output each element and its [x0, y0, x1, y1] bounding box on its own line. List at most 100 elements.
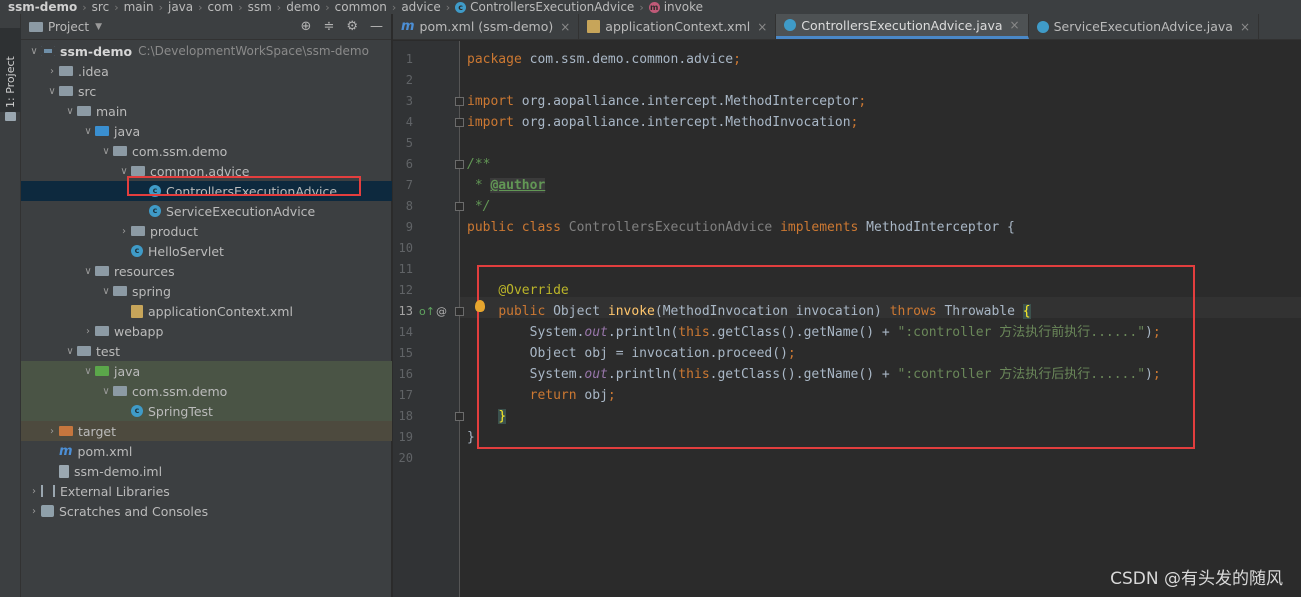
code-line[interactable]: * @author — [467, 175, 546, 196]
breadcrumb-item[interactable]: main — [120, 0, 158, 14]
close-icon[interactable]: × — [560, 20, 570, 34]
editor-tab[interactable]: ServiceExecutionAdvice.java × — [1029, 14, 1260, 39]
tree-item[interactable]: ∨ java — [21, 121, 392, 141]
breadcrumb-item[interactable]: ssm — [244, 0, 276, 14]
tree-item[interactable]: › product — [21, 221, 392, 241]
close-icon[interactable]: × — [757, 20, 767, 34]
chevron-down-icon[interactable]: ∨ — [99, 386, 113, 397]
chevron-right-icon[interactable]: › — [27, 506, 41, 517]
chevron-right-icon[interactable]: › — [45, 426, 59, 437]
tree-item-label: webapp — [114, 323, 164, 339]
package-icon — [113, 386, 127, 396]
code-line[interactable]: public class ControllersExecutionAdvice … — [467, 217, 1015, 238]
fold-marker-icon[interactable] — [455, 160, 464, 169]
breadcrumb-item[interactable]: src — [88, 0, 114, 14]
line-number: 16 — [398, 367, 413, 381]
code-token: } — [467, 430, 475, 445]
tree-item[interactable]: › webapp — [21, 321, 392, 341]
code-token: ; — [850, 115, 859, 130]
tree-item[interactable]: ∨ test — [21, 341, 392, 361]
line-number: 3 — [405, 94, 413, 108]
chevron-down-icon[interactable]: ∨ — [117, 166, 131, 177]
code-token: public class — [467, 220, 569, 235]
tree-item[interactable]: c ServiceExecutionAdvice — [21, 201, 392, 221]
tree-item[interactable]: ssm-demo.iml — [21, 461, 392, 481]
chevron-down-icon[interactable]: ∨ — [81, 126, 95, 137]
tree-item[interactable]: ∨ ssm-demo C:\DevelopmentWorkSpace\ssm-dem… — [21, 41, 392, 61]
tree-item[interactable]: c HelloServlet — [21, 241, 392, 261]
tree-item-label: Scratches and Consoles — [59, 503, 209, 519]
fold-marker-icon[interactable] — [455, 118, 464, 127]
implements-method-icon[interactable]: o↑ — [419, 305, 435, 318]
code-line[interactable]: import org.aopalliance.intercept.MethodI… — [467, 112, 858, 133]
collapse-all-icon[interactable]: ≑ — [323, 19, 334, 34]
breadcrumb-item[interactable]: common — [331, 0, 391, 14]
chevron-down-icon[interactable]: ∨ — [63, 106, 77, 117]
class-icon: c — [149, 205, 161, 217]
maven-icon: m — [59, 443, 73, 459]
tree-item[interactable]: ∨ com.ssm.demo — [21, 381, 392, 401]
code-line[interactable]: package com.ssm.demo.common.advice; — [467, 49, 741, 70]
breadcrumb-label: demo — [286, 0, 321, 14]
editor-tab[interactable]: applicationContext.xml × — [579, 14, 777, 39]
chevron-right-icon[interactable]: › — [117, 226, 131, 237]
intention-bulb-icon[interactable] — [475, 300, 485, 312]
tree-item[interactable]: › .idea — [21, 61, 392, 81]
breadcrumb-item[interactable]: m invoke — [645, 0, 707, 14]
tree-item[interactable]: ∨ java — [21, 361, 392, 381]
code-line[interactable]: import org.aopalliance.intercept.MethodI… — [467, 91, 866, 112]
project-tool-tab[interactable]: 1: Project — [0, 28, 21, 121]
tree-item[interactable]: ∨ spring — [21, 281, 392, 301]
tree-item[interactable]: › Scratches and Consoles — [21, 501, 392, 521]
fold-marker-icon[interactable] — [455, 412, 464, 421]
close-icon[interactable]: × — [1010, 18, 1020, 32]
fold-marker-icon[interactable] — [455, 307, 464, 316]
chevron-right-icon[interactable]: › — [81, 326, 95, 337]
chevron-down-icon[interactable]: ▼ — [95, 22, 102, 32]
editor-tab[interactable]: m pom.xml (ssm-demo) × — [393, 14, 580, 39]
folder-icon — [77, 346, 91, 356]
project-view-selector[interactable]: Project — [48, 20, 89, 34]
chevron-down-icon[interactable]: ∨ — [63, 346, 77, 357]
chevron-down-icon[interactable]: ∨ — [45, 86, 59, 97]
breadcrumb-item[interactable]: com — [204, 0, 238, 14]
chevron-down-icon[interactable]: ∨ — [27, 46, 41, 57]
tree-item[interactable]: › target — [21, 421, 392, 441]
breadcrumb-item[interactable]: java — [164, 0, 197, 14]
chevron-down-icon[interactable]: ∨ — [99, 146, 113, 157]
breadcrumb-item[interactable]: advice — [397, 0, 444, 14]
fold-marker-icon[interactable] — [455, 202, 464, 211]
tree-item[interactable]: › External Libraries — [21, 481, 392, 501]
gear-icon[interactable]: ⚙ — [346, 19, 358, 34]
breadcrumb-item[interactable]: c ControllersExecutionAdvice — [451, 0, 638, 14]
tree-item-label: External Libraries — [60, 483, 170, 499]
tree-item[interactable]: ∨ resources — [21, 261, 392, 281]
tree-item[interactable]: c SpringTest — [21, 401, 392, 421]
tree-item[interactable]: ∨ main — [21, 101, 392, 121]
chevron-down-icon[interactable]: ∨ — [99, 286, 113, 297]
line-number: 9 — [405, 220, 413, 234]
code-token: implements — [780, 220, 867, 235]
annotation-gutter-icon[interactable]: @ — [436, 305, 447, 318]
tree-item[interactable]: ∨ com.ssm.demo — [21, 141, 392, 161]
fold-marker-icon[interactable] — [455, 97, 464, 106]
tree-item[interactable]: applicationContext.xml — [21, 301, 392, 321]
code-line[interactable]: */ — [467, 196, 491, 217]
breadcrumb-item[interactable]: demo — [282, 0, 324, 14]
close-icon[interactable]: × — [1240, 20, 1250, 34]
code-line[interactable]: } — [467, 427, 475, 448]
chevron-right-icon[interactable]: › — [27, 486, 41, 497]
chevron-down-icon[interactable]: ∨ — [81, 366, 95, 377]
breadcrumb-item[interactable]: ssm-demo — [0, 0, 81, 14]
module-icon — [41, 46, 55, 56]
chevron-down-icon[interactable]: ∨ — [81, 266, 95, 277]
hide-panel-icon[interactable]: — — [370, 19, 383, 34]
chevron-right-icon[interactable]: › — [45, 66, 59, 77]
tree-item[interactable]: ∨ src — [21, 81, 392, 101]
folder-icon — [95, 326, 109, 336]
code-line[interactable]: /** — [467, 154, 490, 175]
line-number: 19 — [398, 430, 413, 444]
editor-tab[interactable]: ControllersExecutionAdvice.java × — [776, 14, 1029, 39]
tree-item[interactable]: m pom.xml — [21, 441, 392, 461]
locate-file-icon[interactable]: ⊕ — [301, 19, 312, 34]
